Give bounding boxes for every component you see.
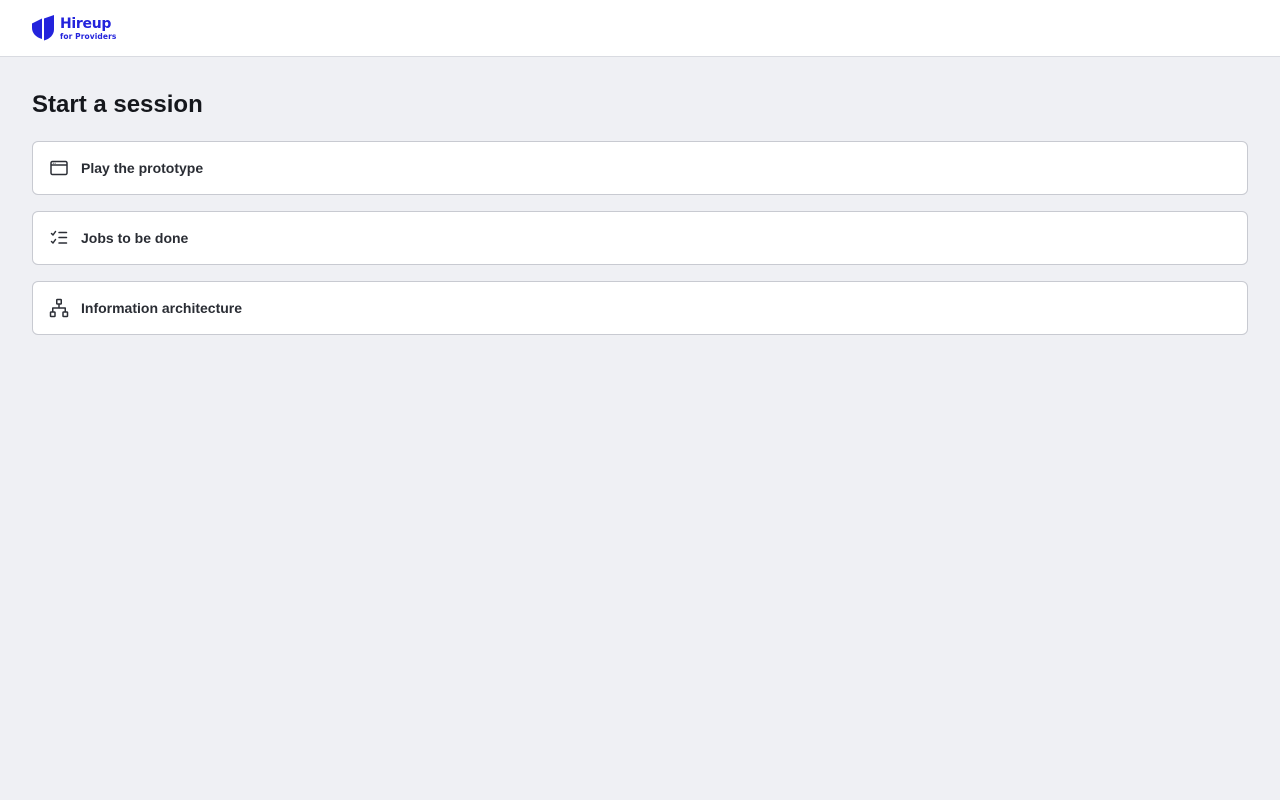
session-card-label: Information architecture (81, 300, 243, 316)
logo-wordmark: Hireup for Providers (60, 16, 116, 41)
sitemap-icon (49, 298, 69, 318)
session-card-play-prototype[interactable]: Play the prototype (32, 141, 1248, 195)
browser-window-icon (49, 158, 69, 178)
checklist-icon (49, 228, 69, 248)
session-card-information-architecture[interactable]: Information architecture (32, 281, 1248, 335)
session-card-jobs-to-be-done[interactable]: Jobs to be done (32, 211, 1248, 265)
top-bar: Hireup for Providers (0, 0, 1280, 57)
logo-subtitle: for Providers (60, 31, 117, 41)
hireup-logo[interactable]: Hireup for Providers (32, 15, 116, 41)
session-card-label: Jobs to be done (81, 230, 189, 246)
logo-name: Hireup (60, 15, 112, 32)
session-list: Play the prototype Jobs to be done Infor… (32, 141, 1248, 335)
hireup-logo-icon (32, 15, 54, 41)
page-title: Start a session (32, 91, 203, 118)
session-card-label: Play the prototype (81, 160, 204, 176)
main-content: Start a session Play the prototype Jobs … (32, 57, 1248, 335)
